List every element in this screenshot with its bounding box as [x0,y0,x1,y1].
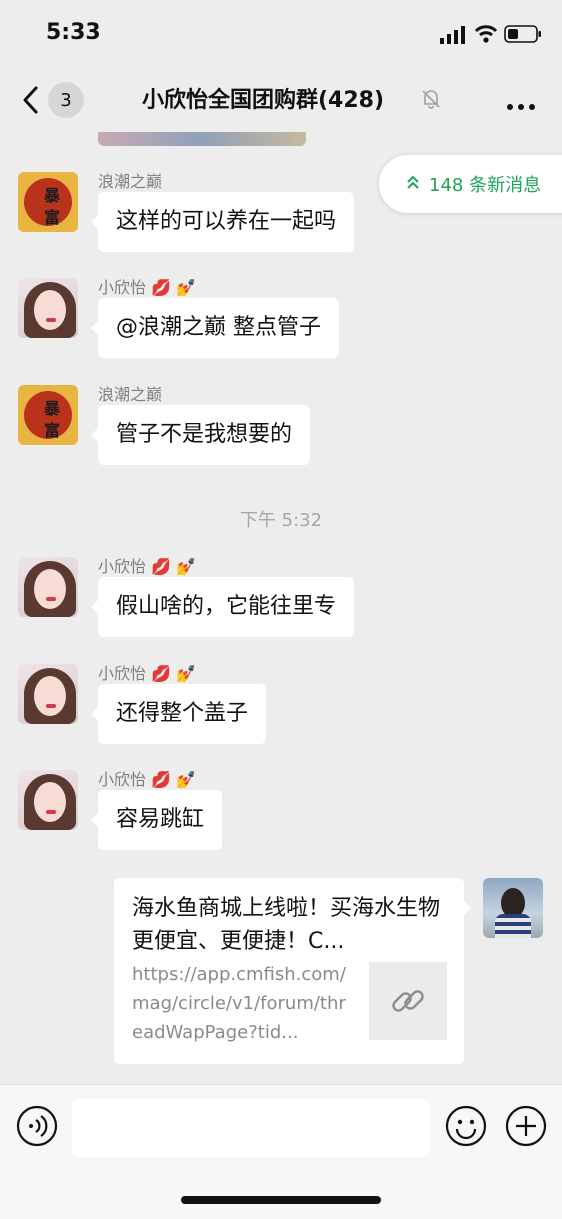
status-time: 5:33 [46,20,101,45]
status-bar: 5:33 [0,0,562,68]
time-separator: 下午 5:32 [239,510,323,531]
sender-name: 小欣怡 💋 💅 [98,770,197,789]
wifi-icon [474,24,498,48]
link-card-url: https://app.cmfish.com/mag/circle/v1/for… [132,964,346,1043]
self-avatar[interactable] [483,878,543,938]
message-bubble[interactable]: 容易跳缸 [90,790,223,850]
xinyi-avatar[interactable] [18,664,78,724]
chat-title[interactable]: 小欣怡全国团购群(428) [142,82,384,114]
previous-image-message[interactable] [98,132,306,146]
sender-name: 浪潮之巅 [98,172,163,191]
sender-name: 小欣怡 💋 💅 [98,278,197,297]
voice-icon[interactable] [16,1105,58,1151]
xinyi-avatar[interactable] [18,557,78,617]
xinyi-avatar[interactable] [18,278,78,338]
emoji-icon[interactable] [445,1105,487,1151]
battery-icon [504,25,542,47]
avatar-text: 暴 [44,186,61,205]
sender-name: 小欣怡 💋 💅 [98,557,197,576]
baofu-avatar[interactable]: 暴富 [18,172,78,232]
plus-icon[interactable] [505,1105,547,1151]
new-messages-button[interactable]: 148 条新消息 [379,155,562,213]
double-chevron-up-icon [405,174,421,195]
message-bubble[interactable]: 假山啥的，它能往里专 [90,577,355,637]
link-card-title: 海水鱼商城上线啦！买海水生物更便宜、更便捷！C... [132,896,441,954]
message-input[interactable] [72,1099,430,1157]
back-arrow-icon[interactable] [20,84,40,120]
signal-icon [440,26,466,48]
sender-name: 浪潮之巅 [98,385,163,404]
xinyi-avatar[interactable] [18,770,78,830]
message-bubble[interactable]: 管子不是我想要的 [90,405,311,465]
new-messages-label: 148 条新消息 [429,175,542,196]
link-card-message[interactable]: 海水鱼商城上线啦！买海水生物更便宜、更便捷！C... https://app.c… [114,878,471,1064]
unread-badge[interactable]: 3 [48,82,84,118]
avatar-text: 富 [44,421,61,440]
message-bubble[interactable]: 这样的可以养在一起吗 [90,192,355,252]
sender-name: 小欣怡 💋 💅 [98,664,197,683]
message-bubble[interactable]: @浪潮之巅 整点管子 [91,298,339,358]
home-indicator[interactable] [181,1196,381,1204]
avatar-text: 暴 [44,399,61,418]
message-list[interactable]: 暴富 浪潮之巅 这样的可以养在一起吗 小欣怡 💋 💅 @浪潮之巅 整点管子 暴富… [0,132,562,1084]
chat-header: 3 小欣怡全国团购群(428) [0,68,562,132]
message-bubble[interactable]: 还得整个盖子 [90,684,267,744]
more-icon[interactable] [506,96,536,115]
link-icon [369,962,447,1040]
mute-bell-icon [420,88,442,114]
baofu-avatar[interactable]: 暴富 [18,385,78,445]
avatar-text: 富 [44,208,61,227]
